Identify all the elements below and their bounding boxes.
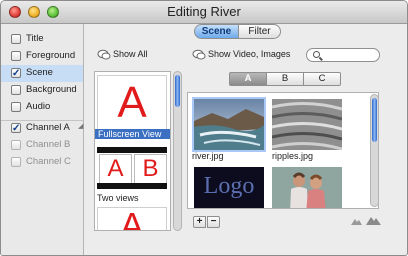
media-logo[interactable]: Logo bbox=[192, 165, 266, 208]
large-thumbnail-size-icon[interactable] bbox=[366, 215, 381, 225]
layout-fullscreen-thumb[interactable]: A bbox=[97, 75, 167, 130]
layout-list[interactable]: A Fullscreen View A B Two views A bbox=[94, 71, 171, 231]
channel-tab-c[interactable]: C bbox=[303, 72, 341, 86]
title-bar: Editing River bbox=[1, 1, 407, 24]
sidebar-item-label: Channel A bbox=[26, 122, 70, 133]
tab-scene[interactable]: Scene bbox=[194, 24, 239, 39]
audio-checkbox[interactable] bbox=[11, 102, 21, 112]
sidebar-item-audio[interactable]: Audio bbox=[1, 99, 83, 116]
tab-filter[interactable]: Filter bbox=[238, 24, 281, 39]
window-title: Editing River bbox=[167, 4, 241, 19]
layout-letter: A bbox=[119, 205, 144, 231]
media-label-river: river.jpg bbox=[192, 151, 224, 161]
media-browser[interactable]: river.jpg ripples.jpg Logo bbox=[187, 92, 379, 209]
channel-a-checkbox[interactable]: ✓ bbox=[11, 123, 21, 134]
sidebar-item-label: Background bbox=[26, 84, 77, 95]
resize-grip-icon[interactable]: ◢ bbox=[78, 122, 83, 130]
background-checkbox[interactable] bbox=[11, 85, 21, 95]
speech-bubble-icon bbox=[192, 49, 206, 60]
layout-third-thumb[interactable]: A bbox=[97, 205, 167, 231]
media-label-ripples: ripples.jpg bbox=[272, 151, 314, 161]
media-river[interactable] bbox=[192, 97, 266, 152]
search-icon bbox=[313, 51, 320, 58]
letterbox-bar bbox=[97, 183, 167, 189]
ripples-image bbox=[271, 99, 343, 151]
scene-checkbox[interactable]: ✓ bbox=[11, 68, 21, 79]
layout-letter: A bbox=[107, 155, 124, 182]
channel-tab-a[interactable]: A bbox=[229, 72, 267, 86]
layout-list-scrollbar[interactable] bbox=[173, 71, 182, 231]
layer-sidebar: Title Foreground ✓ Scene Background Audi… bbox=[1, 24, 84, 255]
people-image bbox=[272, 167, 342, 208]
scrollbar-thumb[interactable] bbox=[372, 98, 377, 142]
layout-label-fullscreen: Fullscreen View bbox=[95, 129, 170, 139]
show-all-toggle[interactable]: Show All bbox=[113, 49, 148, 59]
sidebar-item-foreground[interactable]: Foreground bbox=[1, 48, 83, 65]
sidebar-item-label: Channel B bbox=[26, 139, 71, 150]
channel-c-checkbox bbox=[11, 157, 21, 167]
remove-button[interactable]: − bbox=[207, 216, 220, 228]
sidebar-item-channel-b: Channel B bbox=[1, 137, 83, 154]
view-a-frame: A bbox=[99, 154, 132, 184]
channel-b-checkbox bbox=[11, 140, 21, 150]
layout-two-views-thumb[interactable]: A B bbox=[97, 143, 167, 193]
small-thumbnail-size-icon[interactable] bbox=[351, 217, 362, 225]
logo-caption: Logo bbox=[203, 173, 255, 199]
sidebar-item-label: Channel C bbox=[26, 156, 71, 167]
sidebar-item-background[interactable]: Background bbox=[1, 82, 83, 99]
sidebar-item-label: Scene bbox=[26, 67, 53, 78]
sidebar-item-scene[interactable]: ✓ Scene bbox=[1, 65, 83, 82]
title-checkbox[interactable] bbox=[11, 34, 21, 44]
media-browser-scrollbar[interactable] bbox=[370, 94, 379, 207]
letterbox-bar bbox=[97, 147, 167, 153]
sidebar-item-label: Audio bbox=[26, 101, 51, 112]
layout-label-two-views: Two views bbox=[97, 193, 139, 203]
editing-window: Editing River Title Foreground ✓ Scene B… bbox=[0, 0, 408, 256]
view-b-frame: B bbox=[134, 154, 167, 184]
scrollbar-thumb[interactable] bbox=[175, 75, 180, 107]
river-image bbox=[194, 99, 264, 150]
foreground-checkbox[interactable] bbox=[11, 51, 21, 61]
sidebar-item-channel-a[interactable]: ✓ Channel A bbox=[1, 120, 83, 137]
media-people[interactable] bbox=[270, 165, 344, 208]
layout-letter: B bbox=[142, 155, 159, 182]
sidebar-item-channel-c: Channel C bbox=[1, 154, 83, 171]
sidebar-item-label: Title bbox=[26, 33, 44, 44]
sidebar-item-label: Foreground bbox=[26, 50, 76, 61]
sidebar-item-title[interactable]: Title bbox=[1, 31, 83, 48]
search-field[interactable] bbox=[306, 48, 380, 62]
channel-tab-b[interactable]: B bbox=[266, 72, 304, 86]
speech-bubble-icon bbox=[97, 49, 111, 60]
add-button[interactable]: + bbox=[193, 216, 206, 228]
layout-letter: A bbox=[117, 78, 147, 127]
logo-image: Logo bbox=[194, 167, 264, 208]
media-ripples[interactable] bbox=[270, 97, 344, 152]
show-video-images-toggle[interactable]: Show Video, Images bbox=[208, 49, 290, 59]
